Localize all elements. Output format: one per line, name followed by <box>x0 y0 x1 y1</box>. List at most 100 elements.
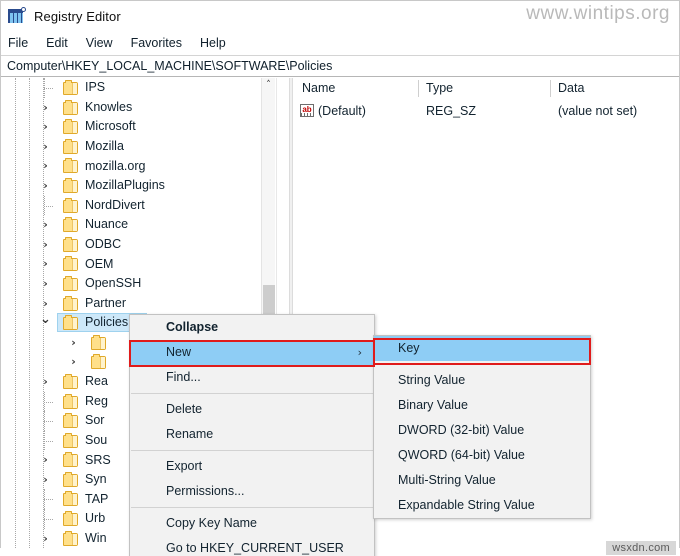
menu-item-help[interactable]: Help <box>200 34 235 52</box>
string-value-icon-text: ab <box>302 105 312 114</box>
submenu-item-label: DWORD (32-bit) Value <box>398 423 525 437</box>
context-menu-item[interactable]: Export <box>130 454 374 479</box>
tree-item-label: OEM <box>85 256 114 271</box>
menu-separator <box>131 450 373 451</box>
tree-expand-chevron-icon[interactable]: › <box>40 141 51 152</box>
scroll-up-arrow-icon[interactable]: ˄ <box>262 78 275 92</box>
tree-item-label: SRS <box>85 452 111 467</box>
value-row-default[interactable]: ab (Default) REG_SZ (value not set) <box>294 100 679 122</box>
context-menu-item[interactable]: Rename <box>130 422 374 447</box>
registry-editor-window: Registry Editor File Edit View Favorites… <box>0 0 680 556</box>
tree-expand-chevron-icon[interactable]: › <box>40 454 51 465</box>
registry-editor-icon <box>8 7 26 25</box>
folder-icon <box>63 413 78 429</box>
submenu-item[interactable]: Expandable String Value <box>374 493 590 518</box>
context-menu-item[interactable]: New › <box>130 340 374 365</box>
context-menu-item-label: Go to HKEY_CURRENT_USER <box>166 541 344 555</box>
column-header-name[interactable]: Name <box>296 78 416 99</box>
context-menu-item[interactable]: Permissions... <box>130 479 374 504</box>
folder-icon <box>63 315 78 331</box>
tree-item[interactable]: › Nuance <box>1 215 263 235</box>
tree-item[interactable]: › MozillaPlugins <box>1 176 263 196</box>
tree-item[interactable]: › OpenSSH <box>1 274 263 294</box>
submenu-item[interactable]: Multi-String Value <box>374 468 590 493</box>
tree-item-label: Syn <box>85 472 107 487</box>
context-menu[interactable]: Collapse New › Find... Delete Rename Export Per… <box>129 314 375 556</box>
tree-expand-chevron-icon[interactable]: › <box>40 278 51 289</box>
menu-separator <box>131 507 373 508</box>
tree-guide-line <box>44 489 46 510</box>
new-submenu[interactable]: Key String Value Binary Value DWORD (32-bit… <box>373 335 591 519</box>
tree-collapse-chevron-icon[interactable]: ⌄ <box>40 313 51 326</box>
submenu-item-label: String Value <box>398 373 466 387</box>
menu-bar: File Edit View Favorites Help <box>1 31 679 55</box>
tree-expand-chevron-icon[interactable]: › <box>40 376 51 387</box>
context-menu-item[interactable]: Copy Key Name <box>130 511 374 536</box>
tree-item[interactable]: NordDivert <box>1 195 263 216</box>
value-name: (Default) <box>318 104 366 118</box>
tree-scrollbar[interactable]: ˄ <box>261 78 275 327</box>
context-menu-item[interactable]: Go to HKEY_CURRENT_USER <box>130 536 374 556</box>
submenu-item[interactable]: DWORD (32-bit) Value <box>374 418 590 443</box>
column-header-data[interactable]: Data <box>552 78 677 99</box>
tree-expand-chevron-icon[interactable]: › <box>40 258 51 269</box>
tree-expand-chevron-icon[interactable]: › <box>40 239 51 250</box>
menu-item-favorites[interactable]: Favorites <box>131 34 191 52</box>
submenu-item[interactable]: QWORD (64-bit) Value <box>374 443 590 468</box>
folder-icon <box>91 354 106 370</box>
tree-item-label: Partner <box>85 295 126 310</box>
tree-expand-chevron-icon[interactable]: › <box>40 219 51 230</box>
values-list-header: Name Type Data <box>294 78 679 100</box>
tree-item-label: Reg <box>85 393 108 408</box>
context-menu-item[interactable]: Delete <box>130 397 374 422</box>
tree-item[interactable]: › Microsoft <box>1 117 263 137</box>
tree-item[interactable]: › Partner <box>1 294 263 314</box>
context-menu-item-label: Collapse <box>166 320 219 334</box>
tree-expand-chevron-icon[interactable]: › <box>40 160 51 171</box>
submenu-item-label: Multi-String Value <box>398 473 496 487</box>
tree-item-label: TAP <box>85 491 109 506</box>
menu-item-file[interactable]: File <box>8 34 37 52</box>
submenu-item[interactable]: Binary Value <box>374 393 590 418</box>
tree-item[interactable]: › ODBC <box>1 235 263 255</box>
string-value-icon: ab <box>300 104 314 117</box>
folder-icon <box>63 471 78 487</box>
registry-path: Computer\HKEY_LOCAL_MACHINE\SOFTWARE\Pol… <box>7 59 333 73</box>
tree-guide-line <box>44 195 46 216</box>
tree-item-label: Microsoft <box>85 119 136 134</box>
tree-item-label: mozilla.org <box>85 158 146 173</box>
tree-guide-line <box>44 509 46 529</box>
folder-icon <box>63 80 78 95</box>
column-divider[interactable] <box>550 80 551 97</box>
folder-icon <box>63 119 78 135</box>
tree-expand-chevron-icon[interactable]: › <box>40 180 51 191</box>
tree-item-label: Sor <box>85 413 105 428</box>
tree-item[interactable]: › Mozilla <box>1 137 263 157</box>
tree-item-label: ODBC <box>85 237 122 252</box>
tree-expand-chevron-icon[interactable]: › <box>40 474 51 485</box>
context-menu-item[interactable]: Collapse <box>130 315 374 340</box>
tree-expand-chevron-icon[interactable]: › <box>40 121 51 132</box>
tree-expand-chevron-icon[interactable]: › <box>40 102 51 113</box>
menu-item-edit[interactable]: Edit <box>46 34 77 52</box>
tree-expand-chevron-icon[interactable]: › <box>40 533 51 544</box>
context-menu-item-label: Find... <box>166 370 201 384</box>
submenu-item[interactable]: Key <box>374 336 590 361</box>
tree-expand-chevron-icon[interactable]: › <box>68 356 79 367</box>
tree-expand-chevron-icon[interactable]: › <box>68 337 79 348</box>
folder-icon <box>63 275 78 291</box>
context-menu-item[interactable]: Find... <box>130 365 374 390</box>
tree-expand-chevron-icon[interactable]: › <box>40 298 51 309</box>
submenu-item[interactable]: String Value <box>374 368 590 393</box>
column-divider[interactable] <box>418 80 419 97</box>
folder-icon <box>63 393 78 409</box>
tree-item[interactable]: › OEM <box>1 254 263 274</box>
address-bar[interactable]: Computer\HKEY_LOCAL_MACHINE\SOFTWARE\Pol… <box>1 55 679 77</box>
tree-item[interactable]: › Knowles <box>1 98 263 118</box>
column-header-type[interactable]: Type <box>420 78 550 99</box>
tree-item[interactable]: › mozilla.org <box>1 156 263 176</box>
menu-item-view[interactable]: View <box>86 34 122 52</box>
tree-item[interactable]: IPS <box>1 78 263 98</box>
folder-icon <box>63 530 78 546</box>
submenu-item-label: Binary Value <box>398 398 468 412</box>
